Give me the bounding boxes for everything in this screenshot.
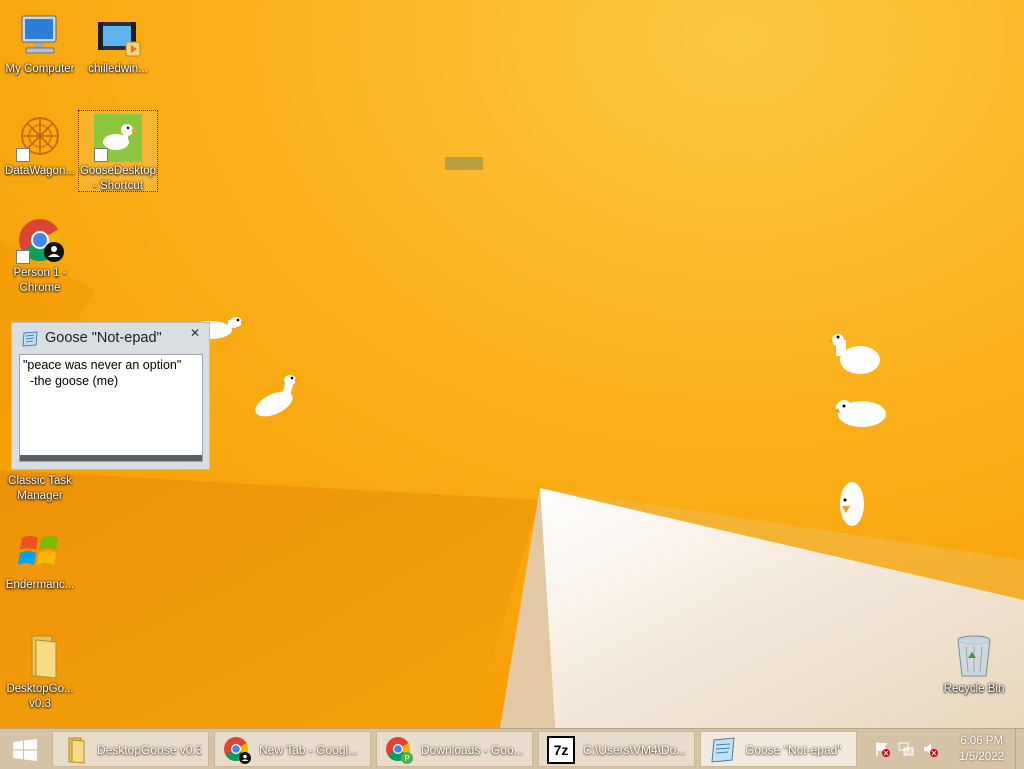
taskbar-item-goose-notepad[interactable]: Goose "Not-epad"	[700, 731, 857, 767]
show-desktop-button[interactable]	[1015, 729, 1024, 769]
desktop-icon-label: GooseDesktop - Shortcut	[79, 165, 157, 192]
notepad-text-line: "peace was never an option"	[23, 358, 182, 372]
notepad-text-area[interactable]: "peace was never an option" -the goose (…	[19, 354, 203, 462]
svg-text:P: P	[404, 754, 409, 763]
windows-flag-icon	[16, 528, 64, 576]
taskbar-clock[interactable]: 6:06 PM 1/5/2022	[959, 733, 1004, 765]
windows-logo-icon	[13, 739, 37, 761]
clock-date: 1/5/2022	[959, 751, 1004, 763]
computer-icon	[16, 12, 64, 60]
taskbar-item-label: DesktopGoose v0.3	[97, 743, 203, 757]
start-button[interactable]	[0, 729, 50, 769]
desktop-icon-my-computer[interactable]: My Computer	[0, 8, 80, 77]
taskbar: DesktopGoose v0.3 New Tab - Googl... P D…	[0, 728, 1024, 769]
shortcut-arrow-icon	[16, 148, 30, 162]
desktop-icon-label: DesktopGo... v0.3	[6, 683, 74, 710]
goose-sprite[interactable]	[250, 368, 306, 424]
desktop-icon-desktopgoose-folder[interactable]: DesktopGo... v0.3	[0, 628, 80, 712]
7zip-icon: 7z	[547, 736, 575, 764]
notepad-titlebar[interactable]: Goose "Not-epad" ✕	[12, 323, 209, 353]
notepad-text-line: -the goose (me)	[23, 374, 119, 388]
chrome-icon: P	[386, 737, 413, 764]
taskbar-item-label: New Tab - Googl...	[259, 743, 359, 757]
clock-time: 6:06 PM	[960, 735, 1004, 747]
desktop-icon-label: chilledwin...	[88, 63, 148, 75]
taskbar-item-new-tab-chrome[interactable]: New Tab - Googl...	[214, 731, 371, 767]
action-center-flag-icon[interactable]	[874, 741, 890, 757]
desktop-icon-classic-task-manager[interactable]: Classic Task Manager	[0, 474, 80, 504]
chrome-icon	[224, 737, 251, 764]
desktop-icon-label: Classic Task Manager	[8, 475, 72, 502]
taskbar-item-downloads-chrome[interactable]: P Downloads - Goo...	[376, 731, 533, 767]
desktop-icon-endermanch[interactable]: Endermanc...	[0, 524, 80, 593]
close-icon[interactable]: ✕	[183, 323, 207, 343]
taskbar-item-7zip[interactable]: 7z C:\Users\VM4\Do...	[538, 731, 695, 767]
taskbar-item-label: C:\Users\VM4\Do...	[583, 743, 687, 757]
goose-icon	[94, 114, 142, 162]
desktop-icon-goosedesktop-shortcut[interactable]: GooseDesktop - Shortcut	[78, 110, 158, 192]
desktop-icon-datawagon[interactable]: DataWagon...	[0, 110, 80, 179]
datawagon-icon	[16, 114, 64, 162]
desktop-icon-label: My Computer	[5, 63, 75, 75]
desktop-icon-chrome-person1[interactable]: Person 1 - Chrome	[0, 212, 80, 296]
desktop-icon-recycle-bin[interactable]: Recycle Bin	[934, 628, 1014, 697]
horizontal-scrollbar[interactable]	[20, 455, 202, 461]
video-file-icon	[94, 12, 142, 60]
shortcut-arrow-icon	[16, 250, 30, 264]
folder-icon	[68, 737, 85, 764]
goose-sprite[interactable]	[826, 326, 886, 382]
network-icon[interactable]	[898, 741, 914, 757]
notepad-title: Goose "Not-epad"	[45, 330, 162, 346]
goose-sprite[interactable]	[830, 394, 890, 434]
taskbar-item-label: Downloads - Goo...	[421, 743, 524, 757]
volume-muted-icon[interactable]	[922, 741, 938, 757]
chrome-icon	[16, 216, 64, 264]
recycle-bin-icon	[950, 632, 998, 680]
desktop-icon-label: Person 1 - Chrome	[13, 267, 67, 294]
notepad-icon	[22, 331, 38, 347]
desktop-icon-label: Endermanc...	[5, 579, 75, 591]
notepad-icon	[711, 737, 735, 763]
desktop-icon-label: Recycle Bin	[943, 683, 1005, 695]
notepad-window[interactable]: Goose "Not-epad" ✕ "peace was never an o…	[11, 322, 210, 470]
desktop-icon-label: DataWagon...	[5, 165, 75, 177]
shortcut-arrow-icon	[94, 148, 108, 162]
taskbar-item-label: Goose "Not-epad"	[745, 743, 842, 757]
desktop-icon-chilledwin[interactable]: chilledwin...	[78, 8, 158, 77]
goose-sprite[interactable]	[832, 478, 872, 530]
folder-icon	[16, 632, 64, 680]
taskbar-item-desktopgoose-folder[interactable]: DesktopGoose v0.3	[52, 731, 209, 767]
